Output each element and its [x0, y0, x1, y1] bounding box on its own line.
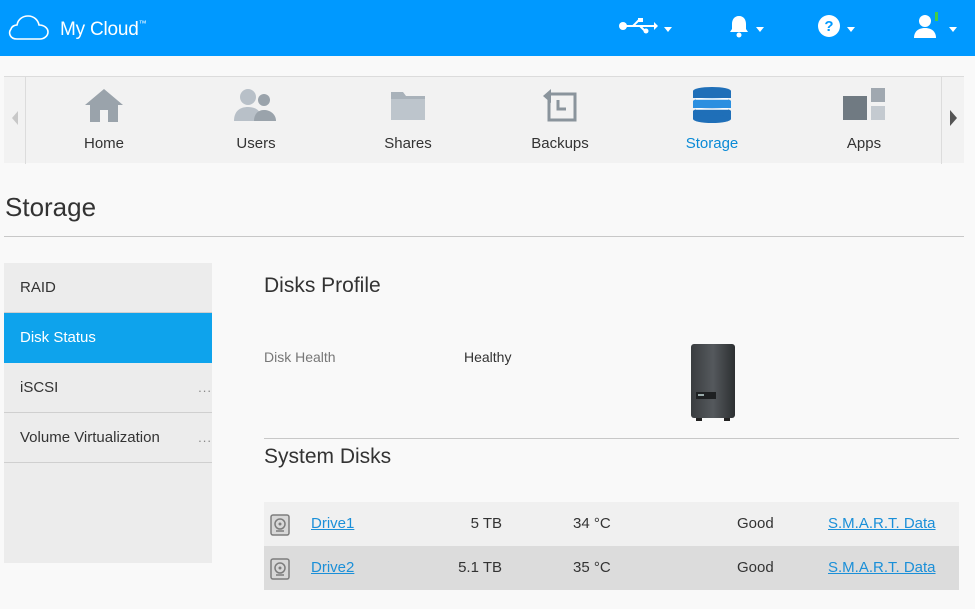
- disk-health-label: Disk Health: [264, 349, 336, 365]
- nav-scroll-left-button[interactable]: [4, 77, 26, 164]
- trademark: ™: [138, 18, 147, 28]
- chevron-left-icon: [10, 110, 20, 131]
- nav-item-label: Users: [236, 135, 276, 152]
- smart-data-link[interactable]: S.M.A.R.T. Data: [828, 515, 936, 532]
- backup-icon: [495, 85, 625, 125]
- svg-text:?: ?: [824, 18, 833, 35]
- sidebar-item-raid[interactable]: RAID: [4, 263, 212, 313]
- nav-scroll-right-button[interactable]: [941, 77, 963, 164]
- apps-icon: [799, 85, 929, 125]
- divider: [4, 236, 964, 237]
- brand[interactable]: My Cloud™: [6, 12, 147, 47]
- user-menu-button[interactable]: [913, 11, 957, 45]
- nav-item-shares[interactable]: Shares: [343, 77, 473, 164]
- help-icon: ?: [817, 14, 841, 43]
- nas-device-image: [690, 342, 740, 427]
- top-bar: My Cloud™ ?: [0, 0, 975, 56]
- cloud-logo-icon: [6, 12, 50, 47]
- nav-item-label: Apps: [846, 135, 882, 152]
- usb-menu-button[interactable]: [618, 12, 672, 44]
- nav-item-users[interactable]: Users: [191, 77, 321, 164]
- user-icon: [913, 11, 943, 45]
- help-button[interactable]: ?: [817, 12, 855, 44]
- divider: [264, 438, 959, 439]
- main-nav: Home Users Shares Backups Storage Apps: [4, 76, 964, 164]
- table-row: Drive1 5 TB 34 °C Good S.M.A.R.T. Data: [264, 502, 959, 546]
- sidebar: RAID Disk Status iSCSI ... Volume Virtua…: [4, 263, 212, 563]
- usb-icon: [618, 17, 658, 39]
- folder-icon: [343, 85, 473, 125]
- page-title: Storage: [5, 192, 97, 222]
- chevron-down-icon: [664, 26, 672, 32]
- drive-name-link[interactable]: Drive1: [311, 515, 354, 532]
- drive-temperature: 34 °C: [573, 515, 611, 532]
- sidebar-item-label: iSCSI: [20, 379, 59, 396]
- hard-drive-icon: [270, 558, 290, 584]
- drive-size: 5.1 TB: [458, 559, 502, 576]
- sidebar-item-volume-virtualization[interactable]: Volume Virtualization ...: [4, 413, 212, 463]
- storage-icon: [647, 85, 777, 125]
- drive-size: 5 TB: [470, 515, 502, 532]
- drive-temperature: 35 °C: [573, 559, 611, 576]
- sidebar-item-label: RAID: [20, 279, 56, 296]
- system-disks-heading: System Disks: [264, 445, 392, 468]
- nav-item-apps[interactable]: Apps: [799, 77, 929, 164]
- bell-icon: [728, 14, 750, 43]
- nav-item-label: Storage: [685, 135, 739, 152]
- nav-item-label: Home: [83, 135, 124, 152]
- chevron-right-icon: [948, 109, 958, 132]
- drive-status: Good: [737, 515, 774, 532]
- table-row: Drive2 5.1 TB 35 °C Good S.M.A.R.T. Data: [264, 546, 959, 590]
- nav-item-backups[interactable]: Backups: [495, 77, 625, 164]
- more-indicator: ...: [198, 380, 212, 395]
- home-icon: [39, 85, 169, 125]
- chevron-down-icon: [949, 26, 957, 32]
- sidebar-item-disk-status[interactable]: Disk Status: [4, 313, 212, 363]
- users-icon: [191, 85, 321, 125]
- disks-profile-heading: Disks Profile: [264, 274, 381, 297]
- sidebar-item-label: Disk Status: [20, 329, 96, 346]
- smart-data-link[interactable]: S.M.A.R.T. Data: [828, 559, 936, 576]
- sidebar-item-iscsi[interactable]: iSCSI ...: [4, 363, 212, 413]
- chevron-down-icon: [756, 26, 764, 32]
- disk-health-value: Healthy: [464, 349, 512, 365]
- brand-name: My Cloud: [60, 18, 139, 40]
- notifications-button[interactable]: [728, 12, 764, 44]
- nav-item-storage[interactable]: Storage: [647, 77, 777, 164]
- system-disks-table: Drive1 5 TB 34 °C Good S.M.A.R.T. Data D…: [264, 502, 959, 590]
- nav-item-label: Shares: [384, 135, 432, 152]
- drive-status: Good: [737, 559, 774, 576]
- sidebar-item-label: Volume Virtualization: [20, 429, 160, 446]
- chevron-down-icon: [847, 26, 855, 32]
- drive-name-link[interactable]: Drive2: [311, 559, 354, 576]
- hard-drive-icon: [270, 514, 290, 540]
- nav-item-home[interactable]: Home: [39, 77, 169, 164]
- nav-item-label: Backups: [531, 135, 589, 152]
- more-indicator: ...: [198, 430, 212, 445]
